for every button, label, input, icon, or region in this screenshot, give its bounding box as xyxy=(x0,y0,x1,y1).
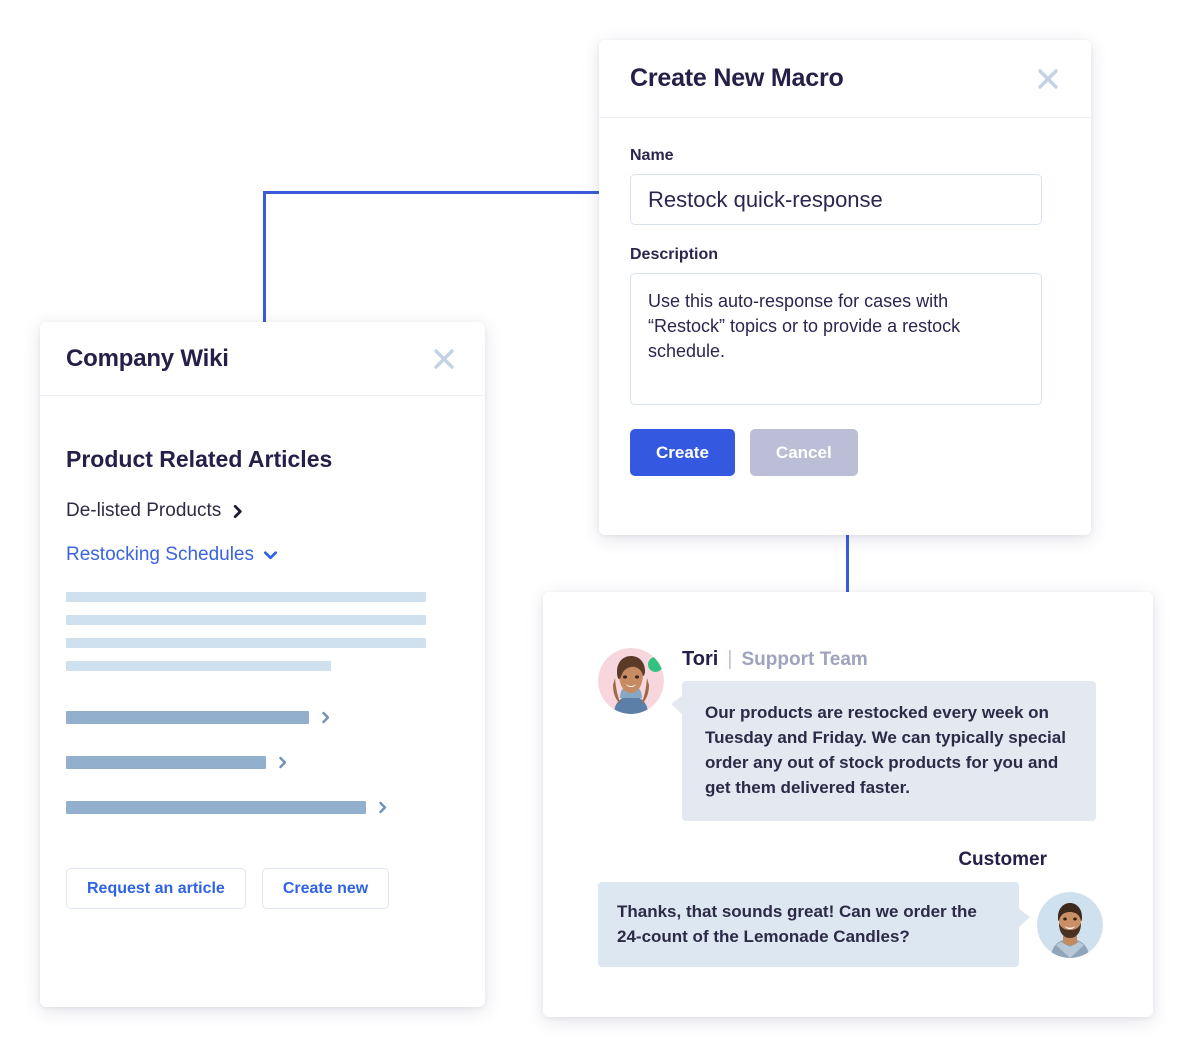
skeleton-article-row[interactable] xyxy=(66,711,459,724)
name-input[interactable] xyxy=(630,174,1042,225)
skeleton-article-row[interactable] xyxy=(66,756,459,769)
customer-avatar-image xyxy=(1037,891,1103,958)
sender-name: Customer xyxy=(958,849,1047,870)
chat-panel: Tori | Support Team Our products are res… xyxy=(543,592,1153,1017)
skeleton-bar xyxy=(66,615,426,625)
chevron-right-icon xyxy=(322,711,330,724)
avatar xyxy=(1037,891,1103,958)
skeleton-bar xyxy=(66,592,426,602)
wiki-link-restocking-schedules[interactable]: Restocking Schedules xyxy=(66,544,459,566)
description-input[interactable]: Use this auto-response for cases with “R… xyxy=(630,273,1042,405)
skeleton-line xyxy=(66,592,459,602)
article-preview-skeleton xyxy=(66,592,459,814)
skeleton-bar xyxy=(66,661,331,671)
wiki-panel-title: Company Wiki xyxy=(66,344,229,372)
description-field-label: Description xyxy=(630,246,719,263)
page-root: Create New Macro Name Description Use th… xyxy=(0,0,1188,1056)
online-status-dot xyxy=(648,657,663,672)
sender-name: Tori xyxy=(682,648,719,670)
skeleton-bar xyxy=(66,711,309,724)
skeleton-line xyxy=(66,661,459,671)
skeleton-line xyxy=(66,615,459,625)
chevron-right-icon xyxy=(234,504,242,518)
connector-macro-to-chat xyxy=(846,534,849,594)
chat-message-list: Tori | Support Team Our products are res… xyxy=(543,592,1153,967)
request-article-button[interactable]: Request an article xyxy=(66,868,246,909)
wiki-link-label: Restocking Schedules xyxy=(66,544,254,565)
close-icon[interactable] xyxy=(1033,64,1063,94)
agent-message-bubble: Our products are restocked every week on… xyxy=(671,681,1096,821)
skeleton-bar xyxy=(66,756,266,769)
macro-dialog-header: Create New Macro xyxy=(599,40,1091,118)
chat-message-agent: Tori | Support Team Our products are res… xyxy=(598,648,1103,821)
section-title: Product Related Articles xyxy=(66,446,333,472)
wiki-panel-footer: Request an article Create new xyxy=(40,868,485,909)
wiki-link-label: De-listed Products xyxy=(66,500,222,521)
chevron-right-icon xyxy=(379,801,387,814)
close-icon[interactable] xyxy=(429,344,459,374)
meta-separator: | xyxy=(727,648,733,670)
skeleton-bar xyxy=(66,801,366,814)
sender-role: Support Team xyxy=(741,649,868,670)
macro-dialog-actions: Create Cancel xyxy=(630,429,1060,476)
agent-message-meta: Tori | Support Team xyxy=(682,648,1096,671)
create-macro-dialog: Create New Macro Name Description Use th… xyxy=(599,40,1091,535)
connector-wiki-to-macro-vertical xyxy=(263,191,266,324)
customer-message-row: Thanks, that sounds great! Can we order … xyxy=(598,882,1103,967)
connector-wiki-to-macro-horizontal xyxy=(263,191,609,194)
agent-message-column: Tori | Support Team Our products are res… xyxy=(671,648,1096,821)
avatar xyxy=(598,648,664,714)
customer-message-bubble: Thanks, that sounds great! Can we order … xyxy=(598,882,1030,967)
name-field-label: Name xyxy=(630,147,674,164)
create-button[interactable]: Create xyxy=(630,429,735,476)
chevron-down-icon xyxy=(263,550,278,559)
wiki-panel-body: Product Related Articles De-listed Produ… xyxy=(40,396,485,814)
chevron-right-icon xyxy=(279,756,287,769)
macro-dialog-title: Create New Macro xyxy=(630,64,844,92)
chat-message-customer: Customer Thanks, that sounds great! Can … xyxy=(598,849,1103,967)
skeleton-article-row[interactable] xyxy=(66,801,459,814)
create-new-button[interactable]: Create new xyxy=(261,868,390,909)
wiki-link-de-listed-products[interactable]: De-listed Products xyxy=(66,500,459,522)
skeleton-bar xyxy=(66,638,426,648)
company-wiki-panel: Company Wiki Product Related Articles De… xyxy=(40,322,485,1007)
skeleton-line xyxy=(66,638,459,648)
wiki-panel-header: Company Wiki xyxy=(40,322,485,396)
cancel-button[interactable]: Cancel xyxy=(749,429,858,476)
macro-dialog-body: Name Description Use this auto-response … xyxy=(599,118,1091,476)
